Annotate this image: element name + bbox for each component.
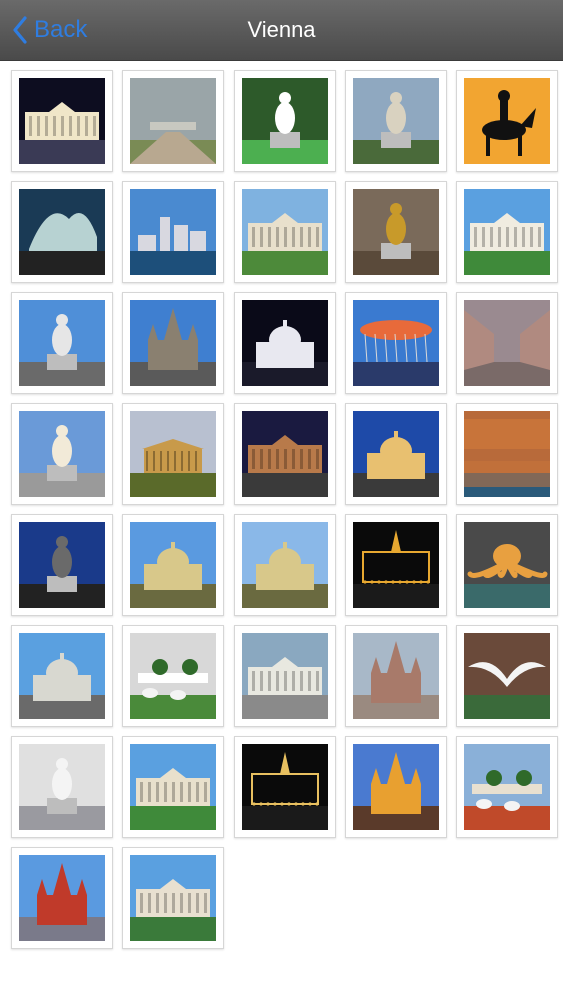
photo-thumbnail-parliament-day[interactable] bbox=[234, 625, 336, 727]
photo-image bbox=[19, 411, 105, 497]
photo-image bbox=[19, 633, 105, 719]
photo-thumbnail-marble-sculpture[interactable] bbox=[11, 736, 113, 838]
photo-image bbox=[464, 300, 550, 386]
photo-grid bbox=[0, 60, 563, 1000]
photo-thumbnail-seagull-flight[interactable] bbox=[456, 625, 558, 727]
photo-thumbnail-kartner-strasse[interactable] bbox=[456, 292, 558, 394]
back-label: Back bbox=[34, 16, 88, 43]
photo-thumbnail-schonbrunn-palace[interactable] bbox=[234, 181, 336, 283]
photo-thumbnail-parliament-night[interactable] bbox=[11, 70, 113, 172]
photo-thumbnail-garden-flower-pots[interactable] bbox=[122, 625, 224, 727]
photo-image bbox=[242, 744, 328, 830]
photo-image bbox=[242, 411, 328, 497]
photo-thumbnail-colosseum-lights[interactable] bbox=[234, 736, 336, 838]
photo-thumbnail-fountain-night[interactable] bbox=[11, 181, 113, 283]
photo-image bbox=[353, 300, 439, 386]
photo-thumbnail-karlskirche-day[interactable] bbox=[11, 625, 113, 727]
photo-thumbnail-palace-park-statue[interactable] bbox=[122, 847, 224, 949]
photo-image bbox=[130, 189, 216, 275]
photo-image bbox=[130, 855, 216, 941]
photo-thumbnail-natural-history-museum[interactable] bbox=[345, 403, 447, 505]
photo-image bbox=[19, 522, 105, 608]
photo-thumbnail-prater-swing-ride[interactable] bbox=[345, 292, 447, 394]
navigation-bar: Back Vienna bbox=[0, 0, 563, 61]
photo-thumbnail-red-castle[interactable] bbox=[11, 847, 113, 949]
photo-thumbnail-hofburg-dome[interactable] bbox=[122, 514, 224, 616]
photo-image bbox=[353, 633, 439, 719]
photo-image bbox=[130, 78, 216, 164]
photo-thumbnail-opera-evening[interactable] bbox=[234, 403, 336, 505]
photo-thumbnail-octopus-fountain[interactable] bbox=[456, 514, 558, 616]
photo-image bbox=[353, 411, 439, 497]
photo-image bbox=[353, 189, 439, 275]
photo-image bbox=[19, 78, 105, 164]
photo-thumbnail-athena-statue[interactable] bbox=[11, 403, 113, 505]
photo-thumbnail-mozart-statue[interactable] bbox=[234, 70, 336, 172]
photo-thumbnail-votivkirche[interactable] bbox=[345, 625, 447, 727]
photo-image bbox=[19, 744, 105, 830]
photo-image bbox=[242, 300, 328, 386]
photo-image bbox=[19, 855, 105, 941]
photo-image bbox=[464, 633, 550, 719]
photo-thumbnail-belvedere-lawn[interactable] bbox=[122, 736, 224, 838]
photo-image bbox=[130, 522, 216, 608]
photo-image bbox=[19, 300, 105, 386]
photo-thumbnail-st-stephens-cathedral[interactable] bbox=[122, 292, 224, 394]
photo-image bbox=[130, 300, 216, 386]
photo-thumbnail-reflecting-building[interactable] bbox=[456, 403, 558, 505]
photo-thumbnail-strauss-monument[interactable] bbox=[345, 70, 447, 172]
photo-thumbnail-karlskirche-night[interactable] bbox=[234, 292, 336, 394]
photo-image bbox=[353, 744, 439, 830]
photo-image bbox=[130, 744, 216, 830]
photo-image bbox=[464, 78, 550, 164]
photo-image bbox=[353, 78, 439, 164]
photo-image bbox=[464, 744, 550, 830]
photo-image bbox=[464, 522, 550, 608]
photo-image bbox=[130, 633, 216, 719]
chevron-left-icon bbox=[12, 16, 28, 44]
photo-image bbox=[19, 189, 105, 275]
photo-thumbnail-hofburg-green-dome[interactable] bbox=[234, 514, 336, 616]
photo-thumbnail-golden-sculpture[interactable] bbox=[345, 181, 447, 283]
photo-thumbnail-pallas-athene-fountain[interactable] bbox=[11, 292, 113, 394]
back-button[interactable]: Back bbox=[12, 12, 87, 48]
photo-image bbox=[242, 78, 328, 164]
photo-thumbnail-belvedere-blue-sky[interactable] bbox=[456, 181, 558, 283]
photo-thumbnail-russian-church[interactable] bbox=[345, 736, 447, 838]
photo-thumbnail-statue-blue-night[interactable] bbox=[11, 514, 113, 616]
photo-thumbnail-belvedere-garden-cloudy[interactable] bbox=[122, 70, 224, 172]
photo-thumbnail-schonbrunn-flowerbeds[interactable] bbox=[456, 736, 558, 838]
photo-thumbnail-danube-city[interactable] bbox=[122, 181, 224, 283]
photo-image bbox=[353, 522, 439, 608]
photo-image bbox=[130, 411, 216, 497]
photo-thumbnail-theseus-temple[interactable] bbox=[122, 403, 224, 505]
photo-image bbox=[242, 633, 328, 719]
photo-thumbnail-equestrian-silhouette[interactable] bbox=[456, 70, 558, 172]
photo-image bbox=[464, 411, 550, 497]
photo-image bbox=[464, 189, 550, 275]
photo-image bbox=[242, 189, 328, 275]
photo-image bbox=[242, 522, 328, 608]
photo-thumbnail-rathaus-night[interactable] bbox=[345, 514, 447, 616]
